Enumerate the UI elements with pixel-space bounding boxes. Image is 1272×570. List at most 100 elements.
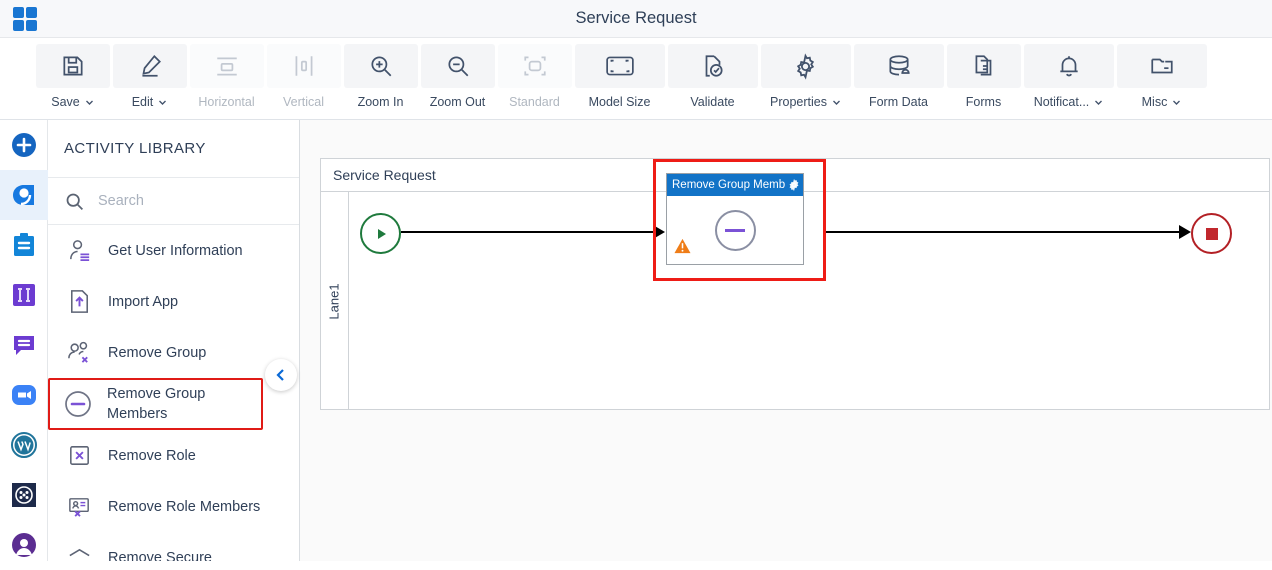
rail-item-tasks[interactable]	[0, 220, 48, 270]
toolbar-button-standard[interactable]: Standard	[496, 38, 573, 114]
folder-icon	[1116, 44, 1207, 88]
rail-item-wordpress[interactable]	[0, 420, 48, 470]
video-camera-icon	[12, 385, 36, 405]
list-item-remove-group[interactable]: Remove Group	[48, 327, 299, 378]
title-bar: Service Request	[0, 0, 1272, 38]
rail-item-video[interactable]	[0, 370, 48, 420]
chevron-down-icon	[833, 100, 840, 105]
clipboard-icon	[14, 233, 34, 256]
list-item-label: Remove Role Members	[108, 498, 261, 515]
rail-item-process[interactable]	[0, 170, 48, 220]
search-row[interactable]	[48, 178, 299, 225]
chevron-down-icon	[159, 100, 167, 105]
toolbar-button-validate[interactable]: Validate	[666, 38, 759, 114]
toolbar-button-zoom-in[interactable]: Zoom In	[342, 38, 419, 114]
toolbar-label: Zoom In	[357, 95, 404, 109]
start-event-node[interactable]	[360, 213, 401, 254]
toolbar-button-horizontal[interactable]: Horizontal	[188, 38, 265, 114]
columns-icon	[13, 284, 35, 306]
purple-circle-icon	[12, 533, 36, 557]
toolbar-label-text: Properties	[770, 95, 827, 109]
search-icon	[66, 193, 83, 210]
list-item-remove-secure[interactable]: Remove Secure	[48, 532, 299, 561]
toolbar-button-form-data[interactable]: Form Data	[852, 38, 945, 114]
list-item-label: Remove Secure	[108, 549, 212, 562]
sequence-flow-2[interactable]	[826, 231, 1179, 233]
chevron-down-icon	[1173, 100, 1181, 105]
toolbar-label-text: Misc	[1141, 95, 1168, 109]
forms-icon	[946, 44, 1021, 88]
rail-item-columns[interactable]	[0, 270, 48, 320]
page-title: Service Request	[575, 9, 697, 27]
lane-label-text: Lane1	[327, 282, 342, 320]
database-icon	[853, 44, 944, 88]
rail-item-add[interactable]	[0, 120, 48, 170]
list-item-label: Remove Group Members	[107, 386, 206, 422]
toolbar-label: Misc	[1142, 95, 1182, 109]
zoom-out-icon	[420, 44, 495, 88]
activity-list: Get User Information Import App Remove G…	[48, 225, 299, 561]
chat-icon	[14, 336, 34, 355]
bell-icon	[1023, 44, 1114, 88]
toolbar-button-misc[interactable]: Misc	[1115, 38, 1208, 114]
play-icon	[377, 228, 386, 239]
toolbar-label-text: Save	[51, 95, 80, 109]
remove-group-icon	[64, 338, 94, 368]
toolbar-label: Form Data	[868, 95, 929, 109]
save-icon	[35, 44, 110, 88]
list-item-remove-role[interactable]: Remove Role	[48, 430, 299, 481]
chevron-left-icon	[276, 369, 284, 381]
rail-item-purple-app[interactable]	[0, 520, 48, 570]
list-item-remove-group-members[interactable]: Remove Group Members	[48, 378, 263, 430]
gear-icon[interactable]	[787, 178, 801, 192]
minus-circle-icon	[714, 210, 756, 251]
horizontal-icon	[189, 44, 264, 88]
user-list-icon	[64, 236, 94, 266]
validate-icon	[667, 44, 758, 88]
circle-dots-icon	[12, 483, 36, 507]
chevron-down-icon	[1095, 100, 1103, 105]
toolbar-label: Save	[51, 95, 94, 109]
panel-collapse-button[interactable]	[265, 359, 297, 391]
diagram-canvas[interactable]: Service Request Lane1 Remove Group Membe…	[300, 120, 1272, 561]
warning-icon	[674, 238, 691, 259]
lane-label: Lane1	[321, 192, 349, 410]
list-item-get-user-information[interactable]: Get User Information	[48, 225, 299, 276]
pencil-icon	[112, 44, 187, 88]
app-grid-icon[interactable]	[13, 7, 37, 31]
list-item-label: Remove Role	[108, 447, 196, 464]
activity-library-panel: ACTIVITY LIBRARY Get User Information	[48, 120, 300, 561]
stop-square-icon	[1205, 227, 1218, 240]
flow-arrowhead-2	[1179, 225, 1191, 239]
rail-item-dots[interactable]	[0, 470, 48, 520]
toolbar-button-zoom-out[interactable]: Zoom Out	[419, 38, 496, 114]
toolbar-button-vertical[interactable]: Vertical	[265, 38, 342, 114]
swirl-icon	[13, 185, 34, 206]
rail-item-messages[interactable]	[0, 320, 48, 370]
toolbar-button-forms[interactable]: Forms	[945, 38, 1022, 114]
task-title-text: Remove Group Members..	[672, 179, 785, 191]
role-members-icon	[64, 492, 94, 522]
toolbar-button-notifications[interactable]: Notificat...	[1022, 38, 1115, 114]
activity-library-title: ACTIVITY LIBRARY	[48, 120, 299, 178]
import-app-icon	[64, 287, 94, 317]
list-item-import-app[interactable]: Import App	[48, 276, 299, 327]
toolbar-button-save[interactable]: Save	[34, 38, 111, 114]
app-rail	[0, 120, 48, 561]
toolbar-button-edit[interactable]: Edit	[111, 38, 188, 114]
end-event-node[interactable]	[1191, 213, 1232, 254]
toolbar: Save Edit Horizontal Vertical Zoom In Zo…	[0, 38, 1272, 120]
task-node-remove-group-members[interactable]: Remove Group Members..	[666, 173, 804, 265]
list-item-label: Get User Information	[108, 242, 243, 259]
toolbar-button-model-size[interactable]: Model Size	[573, 38, 666, 114]
search-input[interactable]	[96, 192, 266, 210]
toolbar-button-properties[interactable]: Properties	[759, 38, 852, 114]
zoom-in-icon	[343, 44, 418, 88]
process-pool: Service Request Lane1 Remove Group Membe…	[320, 158, 1270, 410]
sequence-flow-1[interactable]	[401, 231, 653, 233]
list-item-remove-role-members[interactable]: Remove Role Members	[48, 481, 299, 532]
toolbar-label: Properties	[770, 95, 841, 109]
toolbar-label: Forms	[965, 95, 1002, 109]
task-body	[667, 196, 803, 265]
toolbar-label-text: Notificat...	[1033, 95, 1090, 109]
